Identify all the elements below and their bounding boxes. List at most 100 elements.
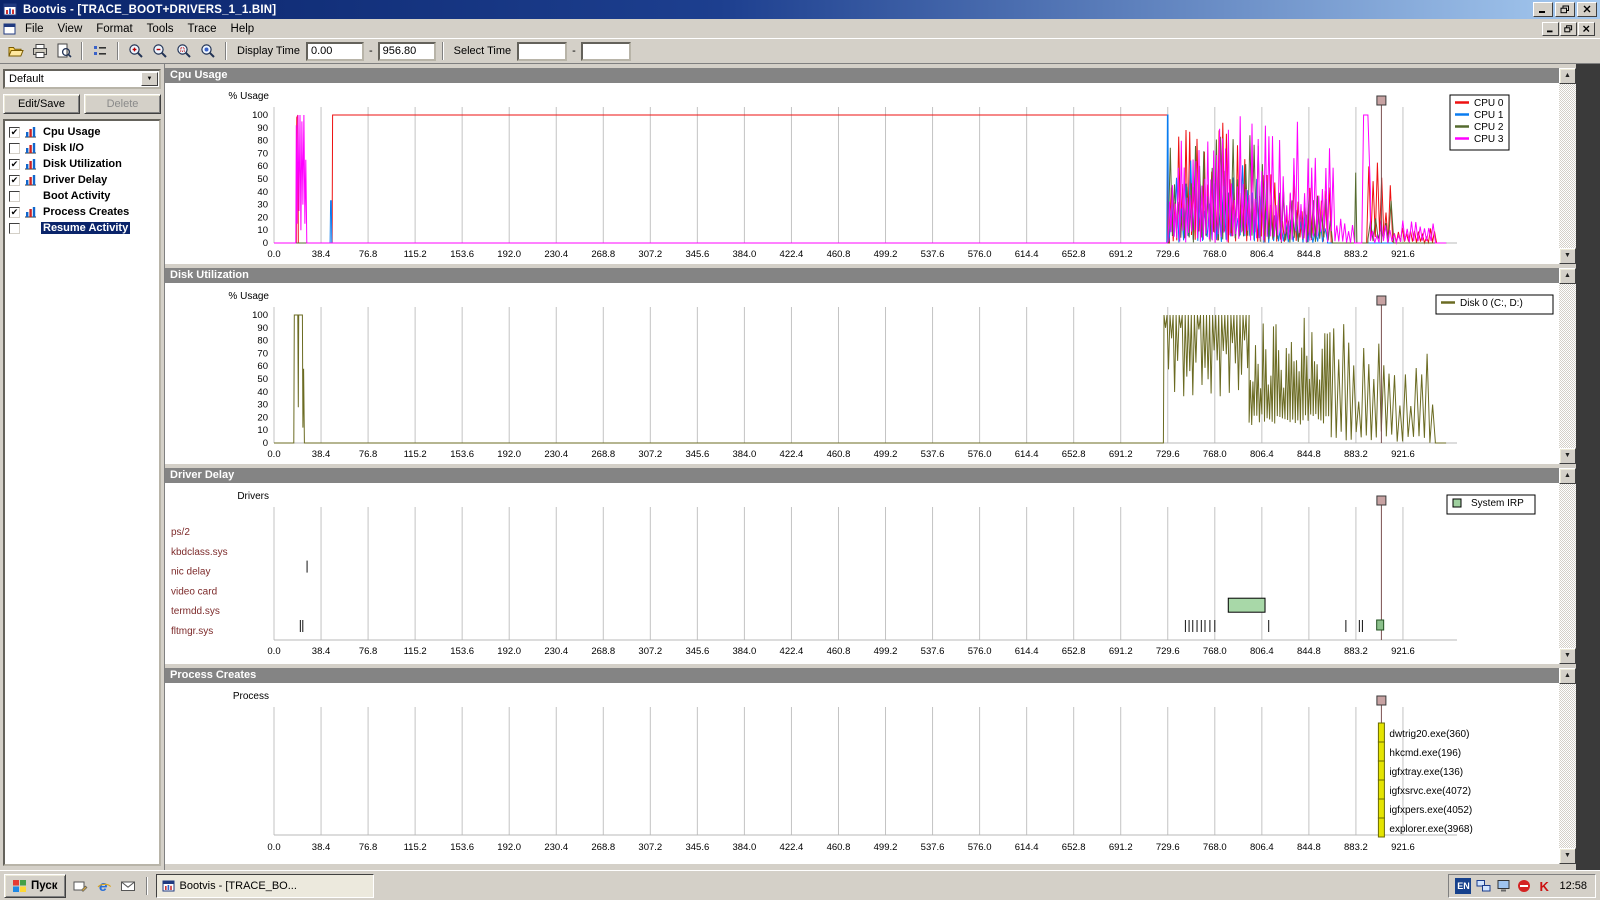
zoom-out-icon[interactable] — [149, 41, 171, 62]
scroll-up-button[interactable]: ▲ — [1559, 468, 1576, 484]
svg-text:806.4: 806.4 — [1250, 842, 1274, 853]
minimize-button[interactable] — [1533, 2, 1553, 17]
tray-network-icon[interactable] — [1476, 878, 1491, 893]
tray-display-icon[interactable] — [1496, 878, 1511, 893]
svg-text:921.6: 921.6 — [1391, 646, 1415, 657]
menu-item-help[interactable]: Help — [224, 21, 262, 37]
panel-driver: Driver Delay0.038.476.8115.2153.6192.023… — [165, 468, 1576, 664]
mdi-minimize-button[interactable] — [1542, 22, 1559, 36]
close-button[interactable] — [1577, 2, 1597, 17]
checkbox-checked[interactable]: ✔ — [9, 127, 20, 138]
preset-dropdown[interactable]: Default ▼ — [3, 69, 161, 89]
process-chart[interactable]: 0.038.476.8115.2153.6192.0230.4268.8307.… — [165, 683, 1559, 864]
driver-scrollbar[interactable]: ▲▼ — [1559, 468, 1576, 664]
quick-launch-internet-explorer-icon[interactable]: e — [94, 876, 114, 896]
cpu-scrollbar[interactable]: ▲▼ — [1559, 68, 1576, 264]
svg-text:80: 80 — [257, 136, 268, 147]
svg-text:729.6: 729.6 — [1156, 842, 1180, 853]
svg-text:0.0: 0.0 — [267, 842, 280, 853]
checkbox-unchecked[interactable] — [9, 143, 20, 154]
edit-save-button[interactable]: Edit/Save — [3, 94, 80, 114]
zoom-full-icon[interactable] — [197, 41, 219, 62]
cpu-panel-main: Cpu Usage0.038.476.8115.2153.6192.0230.4… — [165, 68, 1559, 264]
zoom-region-icon[interactable] — [173, 41, 195, 62]
select-time-from-input[interactable] — [517, 42, 567, 61]
print-preview-icon[interactable] — [53, 41, 75, 62]
svg-text:230.4: 230.4 — [544, 249, 568, 260]
cpu-chart-body[interactable]: 0.038.476.8115.2153.6192.0230.4268.8307.… — [165, 83, 1559, 264]
quick-launch-show-desktop-icon[interactable] — [70, 876, 90, 896]
list-item-process-creates[interactable]: ✔Process Creates — [6, 204, 158, 220]
checkbox-unchecked[interactable] — [9, 223, 20, 234]
menu-item-format[interactable]: Format — [89, 21, 139, 37]
svg-text:90: 90 — [257, 123, 268, 134]
list-item-disk-utilization[interactable]: ✔Disk Utilization — [6, 156, 158, 172]
display-time-from-input[interactable] — [306, 42, 364, 61]
menu-item-tools[interactable]: Tools — [140, 21, 181, 37]
scroll-track[interactable] — [1559, 284, 1576, 448]
disk-scrollbar[interactable]: ▲▼ — [1559, 268, 1576, 464]
open-icon[interactable] — [5, 41, 27, 62]
dropdown-arrow-icon[interactable]: ▼ — [141, 72, 158, 86]
process-scrollbar[interactable]: ▲▼ — [1559, 668, 1576, 864]
quick-launch-outlook-express-icon[interactable] — [118, 876, 138, 896]
svg-text:100: 100 — [252, 310, 268, 321]
checkbox-checked[interactable]: ✔ — [9, 159, 20, 170]
panel-process: Process Creates0.038.476.8115.2153.6192.… — [165, 668, 1576, 864]
tray-kaspersky-icon[interactable]: K — [1536, 878, 1551, 893]
list-item-driver-delay[interactable]: ✔ Driver Delay — [6, 172, 158, 188]
scroll-down-button[interactable]: ▼ — [1559, 648, 1576, 664]
menu-item-file[interactable]: File — [18, 21, 51, 37]
scroll-up-button[interactable]: ▲ — [1559, 68, 1576, 84]
restore-button[interactable] — [1555, 2, 1575, 17]
scroll-down-button[interactable]: ▼ — [1559, 248, 1576, 264]
list-item-boot-activity[interactable]: Boot Activity — [6, 188, 158, 204]
start-button[interactable]: Пуск — [4, 874, 66, 898]
svg-text:307.2: 307.2 — [638, 646, 662, 657]
svg-text:192.0: 192.0 — [497, 449, 521, 460]
sidebar-buttons: Edit/Save Delete — [3, 94, 161, 114]
zoom-in-icon[interactable] — [125, 41, 147, 62]
scroll-up-button[interactable]: ▲ — [1559, 268, 1576, 284]
cpu-chart[interactable]: 0.038.476.8115.2153.6192.0230.4268.8307.… — [165, 83, 1559, 264]
checkbox-unchecked[interactable] — [9, 191, 20, 202]
disk-chart-body[interactable]: 0.038.476.8115.2153.6192.0230.4268.8307.… — [165, 283, 1559, 464]
driver-chart-body[interactable]: 0.038.476.8115.2153.6192.0230.4268.8307.… — [165, 483, 1559, 664]
scroll-track[interactable] — [1559, 484, 1576, 648]
list-item-resume-activity[interactable]: Resume Activity — [6, 220, 158, 236]
display-time-to-input[interactable] — [378, 42, 436, 61]
svg-text:CPU 0: CPU 0 — [1474, 98, 1504, 109]
delete-button[interactable]: Delete — [84, 94, 161, 114]
driver-panel-main: Driver Delay0.038.476.8115.2153.6192.023… — [165, 468, 1559, 664]
list-view-icon[interactable] — [89, 41, 111, 62]
mdi-close-button[interactable] — [1578, 22, 1595, 36]
mdi-child-icon[interactable] — [3, 23, 16, 35]
svg-text:50: 50 — [257, 174, 268, 185]
driver-chart[interactable]: 0.038.476.8115.2153.6192.0230.4268.8307.… — [165, 483, 1559, 664]
tray-antivirus-icon[interactable] — [1516, 878, 1531, 893]
scroll-down-button[interactable]: ▼ — [1559, 448, 1576, 464]
list-item-disk-i-o[interactable]: Disk I/O — [6, 140, 158, 156]
select-time-to-input[interactable] — [581, 42, 631, 61]
mdi-restore-button[interactable] — [1560, 22, 1577, 36]
svg-text:499.2: 499.2 — [874, 449, 898, 460]
menu-item-view[interactable]: View — [51, 21, 90, 37]
scroll-down-button[interactable]: ▼ — [1559, 848, 1576, 864]
list-item-cpu-usage[interactable]: ✔Cpu Usage — [6, 124, 158, 140]
print-icon[interactable] — [29, 41, 51, 62]
checkbox-checked[interactable]: ✔ — [9, 175, 20, 186]
disk-chart[interactable]: 0.038.476.8115.2153.6192.0230.4268.8307.… — [165, 283, 1559, 464]
list-item-label: Driver Delay — [41, 174, 109, 186]
svg-text:614.4: 614.4 — [1015, 249, 1039, 260]
windows-logo-icon — [12, 879, 27, 893]
checkbox-checked[interactable]: ✔ — [9, 207, 20, 218]
scroll-track[interactable] — [1559, 684, 1576, 848]
svg-text:768.0: 768.0 — [1203, 646, 1227, 657]
scroll-track[interactable] — [1559, 84, 1576, 248]
svg-text:0: 0 — [263, 438, 268, 449]
menu-item-trace[interactable]: Trace — [181, 21, 224, 37]
process-chart-body[interactable]: 0.038.476.8115.2153.6192.0230.4268.8307.… — [165, 683, 1559, 864]
scroll-up-button[interactable]: ▲ — [1559, 668, 1576, 684]
taskbar-task-button[interactable]: Bootvis - [TRACE_BO... — [156, 874, 374, 898]
language-indicator[interactable]: EN — [1455, 878, 1471, 894]
